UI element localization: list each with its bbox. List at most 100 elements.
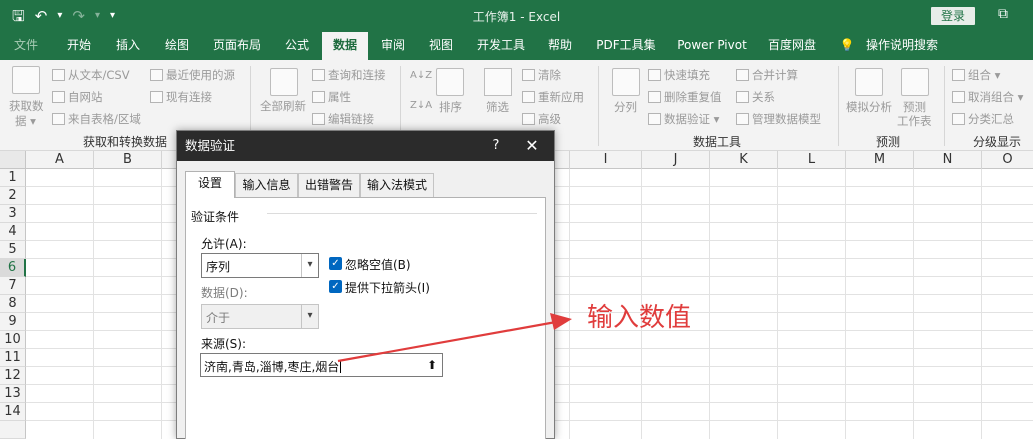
row-header[interactable]: 2	[0, 187, 26, 205]
column-header[interactable]: M	[846, 151, 914, 169]
what-if-analysis-label[interactable]: 模拟分析	[846, 99, 892, 115]
column-header[interactable]: B	[94, 151, 162, 169]
tab-pdf-tools[interactable]: PDF工具集	[592, 32, 660, 60]
range-select-icon: ⬆	[426, 358, 438, 372]
group-get-transform-label: 获取和转换数据	[83, 135, 168, 149]
ribbon-display-options-icon[interactable]: ⧉	[998, 6, 1008, 22]
row-header[interactable]: 3	[0, 205, 26, 223]
tab-error-alert[interactable]: 出错警告	[298, 173, 360, 197]
collapse-dialog-button[interactable]: ⬆	[422, 353, 443, 377]
filter-icon[interactable]	[484, 68, 512, 96]
tab-help[interactable]: 帮助	[543, 32, 577, 60]
help-button[interactable]: ?	[486, 131, 506, 161]
tab-draw[interactable]: 绘图	[160, 32, 194, 60]
clear-button[interactable]: 清除	[522, 67, 561, 83]
login-button[interactable]: 登录	[931, 7, 975, 25]
from-table-button[interactable]: 来自表格/区域	[52, 111, 141, 127]
row-header[interactable]: 13	[0, 385, 26, 403]
relationships-button[interactable]: 关系	[736, 89, 775, 105]
column-header[interactable]: O	[982, 151, 1033, 169]
tab-developer[interactable]: 开发工具	[472, 32, 530, 60]
column-header[interactable]: A	[26, 151, 94, 169]
row-header[interactable]: 1	[0, 169, 26, 187]
source-input[interactable]: 济南,青岛,淄博,枣庄,烟台	[200, 353, 423, 377]
tab-power-pivot[interactable]: Power Pivot	[672, 32, 752, 60]
row-header[interactable]: 14	[0, 403, 26, 421]
close-button[interactable]: ✕	[519, 131, 545, 161]
column-header[interactable]: K	[710, 151, 778, 169]
in-cell-dropdown-label[interactable]: 提供下拉箭头(I)	[345, 279, 430, 296]
tab-page-layout[interactable]: 页面布局	[208, 32, 266, 60]
column-header[interactable]: I	[570, 151, 642, 169]
properties-button[interactable]: 属性	[312, 89, 351, 105]
group-divider	[267, 213, 537, 214]
recent-sources-button[interactable]: 最近使用的源	[150, 67, 235, 83]
row-header[interactable]: 10	[0, 331, 26, 349]
source-text: 济南,青岛,淄博,枣庄,烟台	[204, 360, 340, 374]
data-validation-button[interactable]: 数据验证 ▾	[648, 111, 719, 127]
text-to-columns-icon[interactable]	[612, 68, 640, 96]
get-data-label[interactable]: 获取数	[9, 98, 44, 114]
get-data-icon[interactable]	[12, 66, 40, 94]
row-header[interactable]: 4	[0, 223, 26, 241]
group-button[interactable]: 组合 ▾	[952, 67, 1000, 83]
edit-links-button[interactable]: 编辑链接	[312, 111, 374, 127]
row-header[interactable]: 12	[0, 367, 26, 385]
tab-settings[interactable]: 设置	[185, 171, 235, 198]
ignore-blank-label[interactable]: 忽略空值(B)	[345, 256, 411, 273]
row-header[interactable]: 11	[0, 349, 26, 367]
get-data-label-2[interactable]: 据 ▾	[15, 113, 36, 129]
tell-me-search[interactable]: 操作说明搜索	[862, 32, 942, 60]
tab-view[interactable]: 视图	[424, 32, 458, 60]
from-text-csv-button[interactable]: 从文本/CSV	[52, 67, 130, 83]
sort-icon[interactable]	[436, 68, 464, 96]
from-web-button[interactable]: 自网站	[52, 89, 103, 105]
flash-fill-button[interactable]: 快速填充	[648, 67, 710, 83]
forecast-sheet-label-2[interactable]: 工作表	[897, 113, 932, 129]
row-header[interactable]: 5	[0, 241, 26, 259]
tab-input-message[interactable]: 输入信息	[235, 173, 298, 197]
manage-data-model-button[interactable]: 管理数据模型	[736, 111, 821, 127]
allow-select[interactable]: 序列 ▾	[201, 253, 319, 278]
relationships-icon	[736, 91, 749, 103]
data-validation-icon	[648, 113, 661, 125]
what-if-analysis-icon[interactable]	[855, 68, 883, 96]
row-header-selected[interactable]: 6	[0, 259, 26, 277]
queries-connections-button[interactable]: 查询和连接	[312, 67, 386, 83]
in-cell-dropdown-checkbox[interactable]: ✓	[329, 280, 342, 293]
consolidate-button[interactable]: 合并计算	[736, 67, 798, 83]
remove-duplicates-button[interactable]: 删除重复值	[648, 89, 722, 105]
column-header[interactable]: L	[778, 151, 846, 169]
row-header[interactable]: 8	[0, 295, 26, 313]
column-header[interactable]: N	[914, 151, 982, 169]
filter-label[interactable]: 筛选	[486, 99, 509, 115]
existing-connections-button[interactable]: 现有连接	[150, 89, 212, 105]
sort-descending-button[interactable]: Z↓A	[410, 100, 432, 111]
select-all-corner[interactable]	[0, 151, 26, 169]
tab-formulas[interactable]: 公式	[280, 32, 314, 60]
tab-file[interactable]: 文件	[10, 32, 42, 60]
tab-data[interactable]: 数据	[322, 32, 368, 60]
gridline	[569, 169, 570, 439]
sort-ascending-button[interactable]: A↓Z	[410, 70, 432, 81]
tab-review[interactable]: 审阅	[376, 32, 410, 60]
forecast-sheet-icon[interactable]	[901, 68, 929, 96]
ignore-blank-checkbox[interactable]: ✓	[329, 257, 342, 270]
row-header[interactable]: 7	[0, 277, 26, 295]
tab-ime-mode[interactable]: 输入法模式	[360, 173, 434, 197]
reapply-button[interactable]: 重新应用	[522, 89, 584, 105]
refresh-all-label[interactable]: 全部刷新	[260, 98, 306, 114]
tab-home[interactable]: 开始	[62, 32, 96, 60]
ungroup-button[interactable]: 取消组合 ▾	[952, 89, 1023, 105]
row-header[interactable]: 9	[0, 313, 26, 331]
refresh-all-icon[interactable]	[270, 68, 298, 96]
advanced-button[interactable]: 高级	[522, 111, 561, 127]
tab-baidu-netdisk[interactable]: 百度网盘	[763, 32, 821, 60]
row-header[interactable]	[0, 421, 26, 439]
tab-insert[interactable]: 插入	[111, 32, 145, 60]
subtotal-button[interactable]: 分类汇总	[952, 111, 1014, 127]
text-to-columns-label[interactable]: 分列	[614, 99, 637, 115]
sort-label[interactable]: 排序	[439, 99, 462, 115]
chevron-down-icon: ▾	[301, 305, 318, 328]
column-header[interactable]: J	[642, 151, 710, 169]
